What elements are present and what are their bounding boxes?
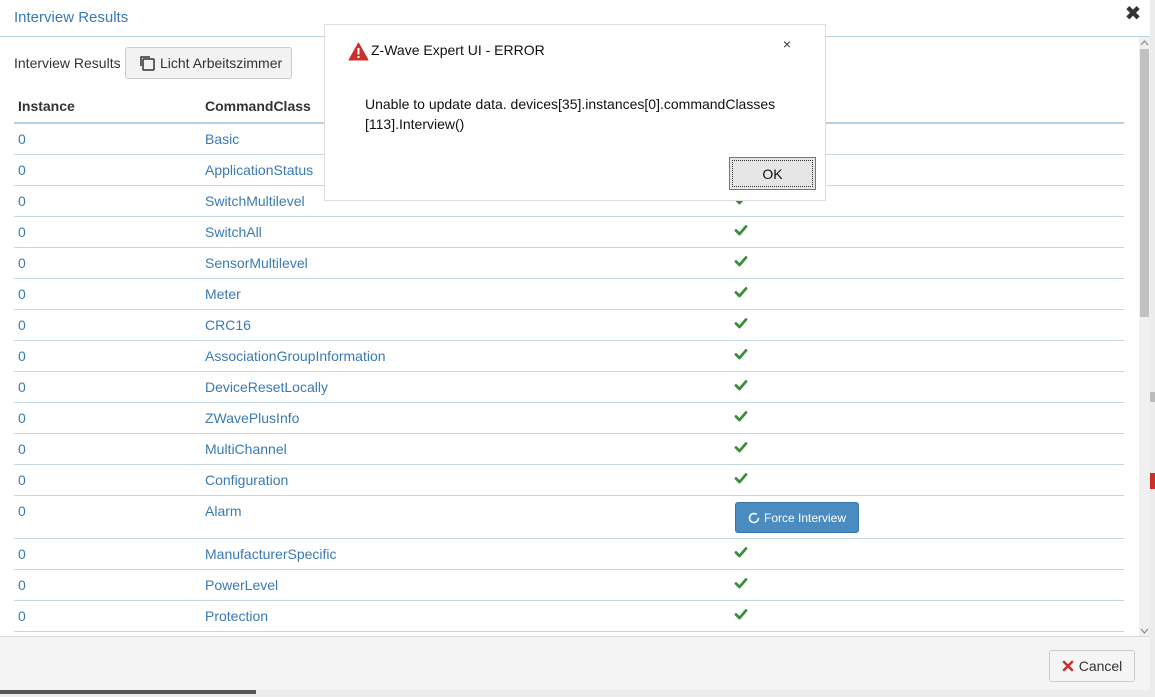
device-button[interactable]: Licht Arbeitszimmer bbox=[125, 47, 292, 79]
check-icon bbox=[734, 318, 748, 329]
status-ok bbox=[734, 347, 748, 364]
refresh-icon bbox=[748, 512, 760, 523]
warning-icon bbox=[348, 42, 369, 61]
command-class-link[interactable]: ZWavePlusInfo bbox=[205, 410, 299, 426]
error-dialog: Z-Wave Expert UI - ERROR × Unable to upd… bbox=[325, 25, 825, 200]
check-icon bbox=[734, 225, 748, 236]
instance-cell: 0 bbox=[18, 193, 26, 209]
table-row: 0 Protection bbox=[14, 601, 1124, 632]
background-mark bbox=[1150, 392, 1155, 402]
background-alert-mark bbox=[1150, 473, 1155, 489]
ok-label: OK bbox=[762, 165, 783, 182]
scroll-up-icon[interactable] bbox=[1139, 37, 1150, 49]
command-class-link[interactable]: ApplicationStatus bbox=[205, 162, 313, 178]
check-icon bbox=[734, 547, 748, 558]
modal-title: Interview Results bbox=[14, 9, 129, 26]
instance-cell: 0 bbox=[18, 546, 26, 562]
command-class-link[interactable]: AssociationGroupInformation bbox=[205, 348, 386, 364]
command-class-link[interactable]: SwitchMultilevel bbox=[205, 193, 305, 209]
instance-cell: 0 bbox=[18, 441, 26, 457]
background-strip bbox=[0, 690, 256, 694]
instance-cell: 0 bbox=[18, 131, 26, 147]
dialog-title: Z-Wave Expert UI - ERROR bbox=[371, 42, 545, 58]
modal-footer: Cancel bbox=[0, 636, 1150, 690]
check-icon bbox=[734, 442, 748, 453]
check-icon bbox=[734, 287, 748, 298]
status-ok bbox=[734, 223, 748, 240]
command-class-link[interactable]: PowerLevel bbox=[205, 577, 278, 593]
table-row: 0 AssociationGroupInformation bbox=[14, 341, 1124, 372]
force-interview-label: Force Interview bbox=[763, 510, 847, 525]
instance-cell: 0 bbox=[18, 503, 26, 519]
status-ok bbox=[734, 607, 748, 624]
device-button-label: Licht Arbeitszimmer bbox=[160, 55, 283, 71]
cancel-button[interactable]: Cancel bbox=[1049, 650, 1135, 682]
command-class-link[interactable]: MultiChannel bbox=[205, 441, 287, 457]
command-class-link[interactable]: CRC16 bbox=[205, 317, 251, 333]
ok-button[interactable]: OK bbox=[729, 157, 816, 190]
check-icon bbox=[734, 473, 748, 484]
check-icon bbox=[734, 411, 748, 422]
scrollbar[interactable] bbox=[1139, 37, 1150, 637]
table-row: 0 Configuration bbox=[14, 465, 1124, 496]
instance-cell: 0 bbox=[18, 255, 26, 271]
dialog-message: Unable to update data. devices[35].insta… bbox=[365, 96, 776, 132]
command-class-link[interactable]: Alarm bbox=[205, 503, 242, 519]
status-ok bbox=[734, 471, 748, 488]
header-instance: Instance bbox=[18, 98, 75, 114]
instance-cell: 0 bbox=[18, 577, 26, 593]
copy-icon bbox=[140, 56, 155, 71]
check-icon bbox=[734, 380, 748, 391]
table-row: 0 ZWavePlusInfo bbox=[14, 403, 1124, 434]
modal-close-icon[interactable]: ✖ bbox=[1124, 4, 1142, 24]
command-class-link[interactable]: SwitchAll bbox=[205, 224, 262, 240]
command-class-link[interactable]: Protection bbox=[205, 608, 268, 624]
command-class-link[interactable]: SensorMultilevel bbox=[205, 255, 308, 271]
table-row: 0 CRC16 bbox=[14, 310, 1124, 341]
instance-cell: 0 bbox=[18, 162, 26, 178]
instance-cell: 0 bbox=[18, 608, 26, 624]
instance-cell: 0 bbox=[18, 348, 26, 364]
status-ok bbox=[734, 254, 748, 271]
table-row: 0 DeviceResetLocally bbox=[14, 372, 1124, 403]
status-ok bbox=[734, 440, 748, 457]
toolbar-label: Interview Results bbox=[14, 55, 121, 71]
command-class-link[interactable]: Basic bbox=[205, 131, 239, 147]
command-class-link[interactable]: ManufacturerSpecific bbox=[205, 546, 337, 562]
command-class-link[interactable]: Configuration bbox=[205, 472, 288, 488]
status-ok bbox=[734, 409, 748, 426]
status-ok bbox=[734, 545, 748, 562]
command-class-link[interactable]: Meter bbox=[205, 286, 241, 302]
instance-cell: 0 bbox=[18, 410, 26, 426]
dialog-close-icon[interactable]: × bbox=[780, 37, 794, 51]
check-icon bbox=[734, 256, 748, 267]
instance-cell: 0 bbox=[18, 317, 26, 333]
table-row: 0 SwitchAll bbox=[14, 217, 1124, 248]
times-icon bbox=[1062, 660, 1074, 672]
instance-cell: 0 bbox=[18, 379, 26, 395]
instance-cell: 0 bbox=[18, 472, 26, 488]
table-row: 0 MultiChannel bbox=[14, 434, 1124, 465]
table-row: 0 Alarm Force Interview bbox=[14, 496, 1124, 539]
table-row: 0 Meter bbox=[14, 279, 1124, 310]
scroll-thumb[interactable] bbox=[1140, 49, 1149, 317]
check-icon bbox=[734, 609, 748, 620]
check-icon bbox=[734, 578, 748, 589]
instance-cell: 0 bbox=[18, 224, 26, 240]
table-row: 0 ManufacturerSpecific bbox=[14, 539, 1124, 570]
instance-cell: 0 bbox=[18, 286, 26, 302]
status-ok bbox=[734, 576, 748, 593]
force-interview-button[interactable]: Force Interview bbox=[735, 502, 859, 533]
check-icon bbox=[734, 349, 748, 360]
cancel-label: Cancel bbox=[1078, 658, 1123, 674]
table-row: 0 SensorMultilevel bbox=[14, 248, 1124, 279]
status-ok bbox=[734, 316, 748, 333]
command-class-link[interactable]: DeviceResetLocally bbox=[205, 379, 328, 395]
table-row: 0 PowerLevel bbox=[14, 570, 1124, 601]
status-ok bbox=[734, 378, 748, 395]
header-command-class: CommandClass bbox=[205, 98, 311, 114]
status-ok bbox=[734, 285, 748, 302]
